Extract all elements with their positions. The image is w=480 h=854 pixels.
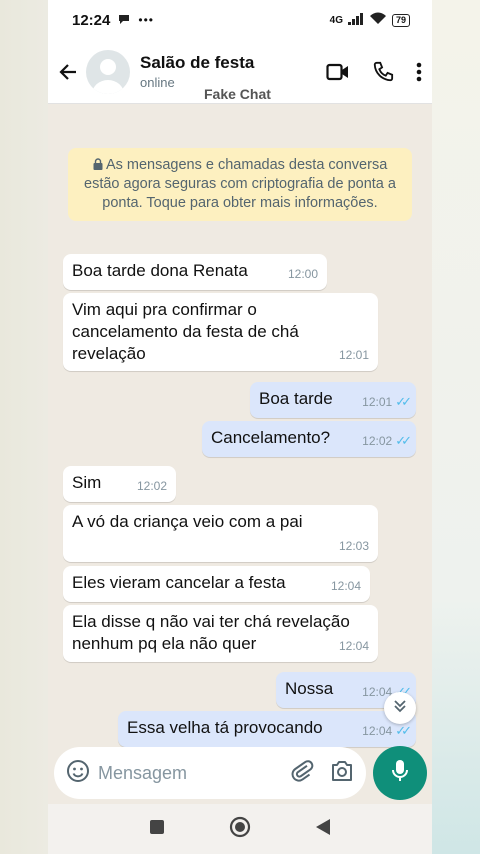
message-input-container[interactable] [54,747,366,799]
message-input-bar [48,742,432,804]
mic-button[interactable] [373,746,427,800]
system-nav-bar [48,804,432,854]
message-text: Ela disse q não vai ter chá revelação ne… [72,612,350,653]
encryption-text: As mensagens e chamadas desta conversa e… [84,157,396,211]
message-text: Essa velha tá provocando [127,718,323,737]
camera-icon[interactable] [330,760,354,787]
message-incoming[interactable]: Vim aqui pra confirmar o cancelamento da… [63,293,378,371]
message-text: A vó da criança veio com a pai [72,512,303,531]
attach-icon[interactable] [290,759,314,788]
wifi-icon [369,12,387,28]
message-time: 12:03 [338,539,369,553]
message-notification-icon [118,12,130,29]
message-incoming[interactable]: Eles vieram cancelar a festa 12:04 [63,566,370,602]
message-incoming[interactable]: A vó da criança veio com a pai 12:03 [63,505,378,562]
message-time: 12:00 [287,267,318,281]
battery-icon: 79 [391,13,410,27]
avatar[interactable] [86,49,130,94]
background-left [0,0,48,854]
message-outgoing[interactable]: Boa tarde 12:01 ✓✓ [250,382,416,418]
contact-name: Salão de festa [140,53,255,72]
message-time: 12:04 [338,639,369,653]
message-time: 12:01 [338,348,369,362]
more-options-icon[interactable] [416,62,422,82]
message-text: Boa tarde dona Renata [72,261,248,280]
nav-back-icon[interactable] [315,818,331,841]
message-incoming[interactable]: Sim 12:02 [63,466,176,502]
status-bar: 12:24 ••• 4G 79 [48,0,432,40]
phone-screen: 12:24 ••• 4G 79 Salão de festa online Fa… [48,0,432,854]
message-time: 12:02 [136,479,167,493]
message-outgoing[interactable]: Cancelamento? 12:02 ✓✓ [202,421,416,457]
message-text: Vim aqui pra confirmar o cancelamento da… [72,300,299,363]
nav-home-icon[interactable] [229,816,251,843]
message-text: Sim [72,473,102,492]
read-ticks-icon: ✓✓ [395,433,412,448]
message-time: 12:04 [330,579,361,593]
phone-icon[interactable] [372,61,394,83]
back-arrow-icon[interactable] [56,60,80,84]
message-incoming[interactable]: Boa tarde dona Renata 12:00 [63,254,327,290]
message-text: Eles vieram cancelar a festa [72,573,286,592]
status-time: 12:24 [72,11,111,29]
message-incoming[interactable]: Ela disse q não vai ter chá revelação ne… [63,605,378,662]
message-text: Boa tarde [259,389,333,408]
chat-area[interactable]: As mensagens e chamadas desta conversa e… [48,104,432,747]
more-notifications-icon: ••• [138,13,154,27]
message-time: 12:01 [362,395,393,409]
background-right [432,0,480,854]
lock-icon [93,157,106,173]
contact-info[interactable]: Salão de festa online [140,53,254,90]
read-ticks-icon: ✓✓ [395,394,412,409]
video-call-icon[interactable] [326,63,350,81]
signal-icon [347,12,364,28]
mic-icon [391,759,409,788]
chat-header: Salão de festa online Fake Chat [48,40,432,104]
message-text: Nossa [285,679,334,698]
message-text: Cancelamento? [211,428,331,447]
encryption-notice[interactable]: As mensagens e chamadas desta conversa e… [68,148,412,221]
emoji-icon[interactable] [66,759,90,788]
network-type: 4G [329,14,343,26]
message-time: 12:02 [362,434,393,448]
fake-chat-label: Fake Chat [204,86,271,102]
message-time: 12:04 [362,724,393,738]
nav-recent-icon[interactable] [149,819,165,840]
scroll-down-button[interactable] [384,692,416,724]
message-input[interactable] [98,762,278,784]
scroll-down-icon [392,698,408,719]
